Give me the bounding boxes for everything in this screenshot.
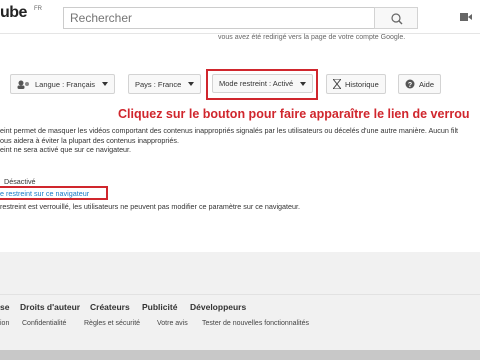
description-line: eint ne sera activé que sur ce navigateu… <box>0 145 132 154</box>
hourglass-icon <box>333 79 341 89</box>
footer-link-primary[interactable]: se <box>0 302 9 312</box>
restricted-description: eint permet de masquer les vidéos compor… <box>0 126 480 155</box>
lock-restricted-mode-link[interactable]: e restreint sur ce navigateur <box>0 189 89 198</box>
search-icon <box>391 13 403 25</box>
instruction-text: Cliquez sur le bouton pour faire apparaî… <box>118 107 470 121</box>
footer-link-secondary[interactable]: ion <box>0 320 9 327</box>
bottom-bar <box>0 350 480 360</box>
help-button[interactable]: ? Aide <box>398 74 442 94</box>
lock-note: restreint est verrouillé, les utilisateu… <box>0 202 301 211</box>
help-label: Aide <box>419 79 435 89</box>
footer-link-primary[interactable]: Créateurs <box>90 302 130 312</box>
redirect-note: vous avez été redirigé vers la page de v… <box>218 34 406 41</box>
country-button[interactable]: Pays : France <box>128 74 202 94</box>
footer-link-primary[interactable]: Droits d'auteur <box>20 302 80 312</box>
language-label: Langue : Français <box>35 79 96 89</box>
history-label: Historique <box>345 79 379 89</box>
status-option-label: Désactivé <box>4 177 36 186</box>
highlight-box-restricted <box>206 69 318 100</box>
masthead: ube FR <box>0 0 480 34</box>
logo-text: ube <box>0 4 27 21</box>
footer-link-primary[interactable]: Développeurs <box>190 302 246 312</box>
status-option[interactable]: Désactivé <box>4 177 36 186</box>
svg-text:?: ? <box>408 82 412 89</box>
user-icon <box>17 80 29 89</box>
description-line: ous aidera à éviter la plupart des conte… <box>0 135 179 145</box>
footer-link-secondary[interactable]: Confidentialité <box>22 320 66 327</box>
search-button[interactable] <box>374 7 418 29</box>
footer-link-secondary[interactable]: Votre avis <box>157 320 188 327</box>
search-input[interactable] <box>63 7 375 29</box>
youtube-logo[interactable]: ube <box>0 4 27 22</box>
language-button[interactable]: Langue : Français <box>10 74 116 94</box>
footer-divider <box>0 294 480 295</box>
footer-link-primary[interactable]: Publicité <box>142 302 177 312</box>
footer-link-secondary[interactable]: Tester de nouvelles fonctionnalités <box>202 320 309 327</box>
history-button[interactable]: Historique <box>326 74 386 94</box>
chevron-down-icon <box>102 82 109 86</box>
footer-link-secondary[interactable]: Règles et sécurité <box>84 320 140 327</box>
video-camera-icon[interactable] <box>460 12 472 22</box>
chevron-down-icon <box>188 82 195 86</box>
description-line: eint permet de masquer les vidéos compor… <box>0 126 459 135</box>
country-code: FR <box>34 6 42 12</box>
help-icon: ? <box>405 79 415 89</box>
settings-panel: vous avez été redirigé vers la page de v… <box>0 34 480 252</box>
country-label: Pays : France <box>135 79 182 89</box>
